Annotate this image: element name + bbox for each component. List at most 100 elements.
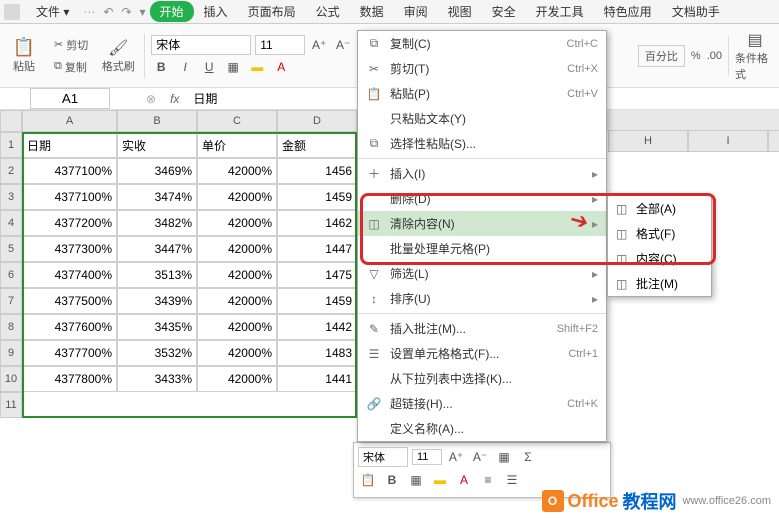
row-head[interactable]: 7 [0,288,22,314]
underline-button[interactable]: U [199,57,219,77]
ctx-item[interactable]: ✂剪切(T)Ctrl+X [358,56,606,81]
chevron-right-icon: ▸ [592,167,598,181]
row-head[interactable]: 10 [0,366,22,392]
tab-review[interactable]: 审阅 [394,3,438,20]
bold-button[interactable]: B [151,57,171,77]
chevron-right-icon: ▸ [592,292,598,306]
tab-insert[interactable]: 插入 [194,3,238,20]
header-date[interactable]: 日期 [22,132,117,158]
mini-border-icon[interactable]: ▦ [406,470,426,490]
font-size-select[interactable] [255,35,305,55]
mini-inc-font-icon[interactable]: A⁺ [446,447,466,467]
mini-paste-icon[interactable]: 📋 [358,470,378,490]
tab-dochelper[interactable]: 文档助手 [662,3,730,20]
mini-dec-font-icon[interactable]: A⁻ [470,447,490,467]
copy-button[interactable]: ⧉复制 [50,57,92,77]
row-head[interactable]: 3 [0,184,22,210]
col-head-j[interactable]: J [768,130,779,152]
redo-icon[interactable]: ↷ [117,5,135,19]
mini-font-select[interactable]: 宋体 [358,447,408,467]
col-head-b[interactable]: B [117,110,197,132]
col-head-d[interactable]: D [277,110,357,132]
submenu-item[interactable]: ◫内容(C) [608,246,711,271]
ctx-item[interactable]: ⧉选择性粘贴(S)... [358,131,606,156]
app-menu-icon[interactable] [4,4,20,20]
col-head-i[interactable]: I [688,130,768,152]
menu-file[interactable]: 文件 ▾ [26,3,79,20]
mini-size-select[interactable]: 11 [412,449,442,465]
row-head[interactable]: 2 [0,158,22,184]
row-head[interactable]: 9 [0,340,22,366]
ctx-item[interactable]: ⧉复制(C)Ctrl+C [358,31,606,56]
ctx-item[interactable]: ◫清除内容(N)▸ [358,211,606,236]
row-head-11[interactable]: 11 [0,392,22,418]
font-color-button[interactable]: A [271,57,291,77]
ctx-item-shortcut: Ctrl+C [567,38,598,50]
more-icon[interactable]: ▾ [136,5,150,19]
chevron-right-icon: ▸ [592,192,598,206]
name-box[interactable] [30,88,110,109]
fx-cancel-icon[interactable]: ⊗ [146,92,156,106]
decrease-font-icon[interactable]: A⁻ [333,35,353,55]
row-head[interactable]: 5 [0,236,22,262]
tab-start[interactable]: 开始 [150,1,194,22]
submenu-item[interactable]: ◫批注(M) [608,271,711,296]
mini-fontcolor-icon[interactable]: A [454,470,474,490]
select-all-corner[interactable] [0,110,22,132]
formatpainter-button[interactable]: 🖌 格式刷 [98,31,138,81]
row-head[interactable]: 6 [0,262,22,288]
fx-label[interactable]: fx [170,92,179,106]
ctx-item[interactable]: 🔗超链接(H)...Ctrl+K [358,391,606,416]
row-head[interactable]: 8 [0,314,22,340]
mini-bold-icon[interactable]: B [382,470,402,490]
tab-special[interactable]: 特色应用 [594,3,662,20]
ctx-item-icon: 🔗 [366,397,382,411]
row-head[interactable]: 4 [0,210,22,236]
undo-icon[interactable]: ↶ [99,5,117,19]
tab-layout[interactable]: 页面布局 [238,3,306,20]
cond-format-button[interactable]: ▤ 条件格式 [735,31,775,81]
number-format-select[interactable]: 百分比 [638,45,685,67]
ctx-item[interactable]: ☰设置单元格格式(F)...Ctrl+1 [358,341,606,366]
border-button[interactable]: ▦ [223,57,243,77]
ctx-item[interactable]: ✎插入批注(M)...Shift+F2 [358,316,606,341]
mini-format-icon[interactable]: ☰ [502,470,522,490]
ctx-item[interactable]: 定义名称(A)... [358,416,606,441]
mini-sum-icon[interactable]: Σ [518,447,538,467]
col-head-c[interactable]: C [197,110,277,132]
fill-color-button[interactable]: ▬ [247,57,267,77]
decimal-icon[interactable]: .00 [707,50,722,62]
ctx-item[interactable]: 删除(D)▸ [358,186,606,211]
submenu-item[interactable]: ◫全部(A) [608,196,711,221]
tab-formula[interactable]: 公式 [306,3,350,20]
header-amount[interactable]: 金额 [277,132,357,158]
col-head-h[interactable]: H [608,130,688,152]
ctx-item[interactable]: 只粘贴文本(Y) [358,106,606,131]
ctx-item[interactable]: 从下拉列表中选择(K)... [358,366,606,391]
header-received[interactable]: 实收 [117,132,197,158]
ctx-item[interactable]: ↕排序(U)▸ [358,286,606,311]
ctx-item-icon: ＋ [366,165,382,182]
tab-dev[interactable]: 开发工具 [526,3,594,20]
submenu-item[interactable]: ◫格式(F) [608,221,711,246]
ctx-item[interactable]: 📋粘贴(P)Ctrl+V [358,81,606,106]
tab-data[interactable]: 数据 [350,3,394,20]
mini-align-icon[interactable]: ≡ [478,470,498,490]
tab-view[interactable]: 视图 [438,3,482,20]
ctx-item[interactable]: ＋插入(I)▸ [358,161,606,186]
ctx-item[interactable]: 批量处理单元格(P) [358,236,606,261]
formula-input[interactable]: 日期 [187,88,223,109]
mini-merge-icon[interactable]: ▦ [494,447,514,467]
col-head-a[interactable]: A [22,110,117,132]
percent-icon[interactable]: % [691,50,701,62]
row-head-1[interactable]: 1 [0,132,22,158]
cut-button[interactable]: ✂剪切 [50,35,92,55]
font-select[interactable] [151,35,251,55]
italic-button[interactable]: I [175,57,195,77]
mini-fill-icon[interactable]: ▬ [430,470,450,490]
increase-font-icon[interactable]: A⁺ [309,35,329,55]
ctx-item[interactable]: ▽筛选(L)▸ [358,261,606,286]
header-price[interactable]: 单价 [197,132,277,158]
paste-button[interactable]: 📋 粘贴 [4,31,44,81]
tab-security[interactable]: 安全 [482,3,526,20]
